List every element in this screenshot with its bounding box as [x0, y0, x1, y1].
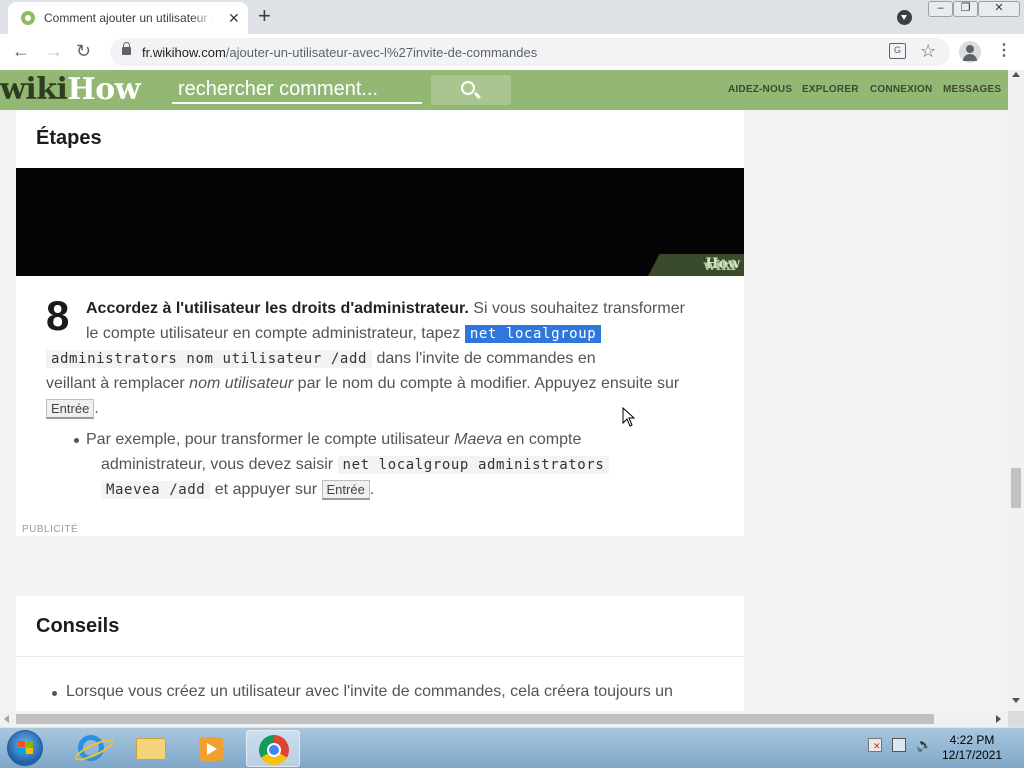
- search-icon: [461, 81, 475, 95]
- search-input[interactable]: rechercher comment...: [172, 76, 422, 104]
- close-window-button[interactable]: ✕: [978, 1, 1020, 17]
- scroll-up-icon[interactable]: [1012, 72, 1020, 77]
- wikihow-favicon-icon: [21, 11, 35, 25]
- tab-strip: Comment ajouter un utilisateur avec l'in…: [0, 0, 1024, 34]
- tab-close-icon[interactable]: ✕: [228, 10, 240, 26]
- tip-item: Lorsque vous créez un utilisateur avec l…: [52, 683, 673, 700]
- selected-code-text[interactable]: net localgroup: [464, 325, 602, 343]
- example-code-snippet[interactable]: Maevea /add: [101, 481, 211, 499]
- code-snippet[interactable]: administrators nom utilisateur /add: [46, 350, 373, 368]
- horizontal-scrollbar[interactable]: [0, 711, 1008, 727]
- ad-label: PUBLICITÉ: [22, 524, 79, 535]
- tab-title: Comment ajouter un utilisateur avec l'in…: [44, 11, 214, 25]
- enter-key-label: Entrée: [46, 399, 95, 419]
- media-player-icon: [199, 737, 223, 761]
- tips-card: Conseils Lorsque vous créez un utilisate…: [16, 596, 744, 711]
- chrome-icon: [259, 735, 289, 765]
- vertical-scrollbar[interactable]: [1008, 70, 1024, 711]
- network-icon[interactable]: [892, 738, 906, 752]
- windows-logo-icon: [18, 741, 34, 755]
- step-text-line: Entrée.: [46, 396, 99, 421]
- taskbar-chrome[interactable]: [246, 730, 300, 767]
- taskbar-file-explorer[interactable]: [124, 730, 178, 767]
- page-viewport: wikiHow rechercher comment... AIDEZ-NOUS…: [0, 70, 1008, 711]
- profile-avatar-icon[interactable]: [959, 41, 981, 63]
- minimize-button[interactable]: –: [928, 1, 953, 17]
- new-tab-button[interactable]: +: [258, 3, 271, 29]
- internet-explorer-icon: [78, 735, 104, 761]
- volume-icon[interactable]: 🔊: [916, 738, 932, 752]
- nav-explorer[interactable]: EXPLORER: [802, 84, 859, 95]
- video-watermark: wiki How: [648, 254, 744, 276]
- taskbar-internet-explorer[interactable]: [64, 730, 118, 767]
- forward-arrow-icon[interactable]: →: [45, 40, 63, 62]
- windows-taskbar: 🔊 4:22 PM 12/17/2021: [0, 727, 1024, 768]
- example-bullet-line: Maevea /add et appuyer sur Entrée.: [101, 477, 374, 503]
- step-text-line: administrators nom utilisateur /add dans…: [46, 346, 596, 372]
- wikihow-header: wikiHow rechercher comment... AIDEZ-NOUS…: [0, 70, 1008, 110]
- folder-icon: [136, 738, 166, 760]
- start-button[interactable]: [7, 730, 43, 766]
- step-text-line: veillant à remplacer nom utilisateur par…: [46, 375, 680, 392]
- url-text[interactable]: fr.wikihow.com/ajouter-un-utilisateur-av…: [142, 45, 537, 60]
- clock-date: 12/17/2021: [941, 748, 1003, 762]
- steps-card: Étapes wiki How 8 Accordez à l'utilisateu…: [16, 110, 744, 536]
- clock-time: 4:22 PM: [949, 733, 995, 747]
- step-text-line: Accordez à l'utilisateur les droits d'ad…: [86, 300, 685, 317]
- address-bar[interactable]: fr.wikihow.com/ajouter-un-utilisateur-av…: [110, 38, 950, 66]
- nav-aidez-nous[interactable]: AIDEZ-NOUS: [728, 84, 792, 95]
- scrollbar-thumb[interactable]: [16, 714, 934, 724]
- scroll-right-icon[interactable]: [996, 715, 1001, 723]
- scrollbar-corner: [1008, 711, 1024, 727]
- nav-messages[interactable]: MESSAGES: [943, 84, 1001, 95]
- lock-icon[interactable]: [122, 42, 131, 55]
- restore-button[interactable]: ❐: [953, 1, 978, 17]
- bookmark-star-icon[interactable]: ☆: [920, 40, 936, 62]
- enter-key-label: Entrée: [321, 480, 370, 500]
- tips-heading: Conseils: [36, 615, 120, 637]
- browser-menu-icon[interactable]: ⋮: [996, 41, 1012, 61]
- scrollbar-thumb[interactable]: [1011, 468, 1021, 508]
- system-clock[interactable]: 4:22 PM 12/17/2021: [932, 733, 1012, 763]
- nav-connexion[interactable]: CONNEXION: [870, 84, 932, 95]
- step-number: 8: [46, 292, 70, 339]
- translate-icon[interactable]: G: [889, 43, 906, 59]
- example-bullet: Par exemple, pour transformer le compte …: [73, 427, 581, 452]
- divider: [16, 656, 744, 657]
- step-video[interactable]: wiki How: [16, 168, 744, 276]
- example-code-snippet[interactable]: net localgroup administrators: [337, 456, 610, 474]
- action-center-flag-icon[interactable]: [868, 738, 882, 752]
- tab-search-icon[interactable]: [897, 10, 912, 25]
- wikihow-logo[interactable]: wikiHow: [0, 73, 141, 107]
- scroll-left-icon[interactable]: [4, 715, 9, 723]
- reload-icon[interactable]: ↻: [76, 40, 91, 62]
- step-text-line: le compte utilisateur en compte administ…: [86, 321, 602, 347]
- example-bullet-line: administrateur, vous devez saisir net lo…: [101, 452, 610, 478]
- back-arrow-icon[interactable]: ←: [12, 40, 30, 62]
- browser-toolbar: ← → ↻ fr.wikihow.com/ajouter-un-utilisat…: [0, 34, 1024, 70]
- steps-heading: Étapes: [36, 127, 102, 149]
- taskbar-media-player[interactable]: [184, 730, 238, 767]
- browser-tab[interactable]: Comment ajouter un utilisateur avec l'in…: [8, 2, 248, 34]
- scroll-down-icon[interactable]: [1012, 698, 1020, 703]
- search-button[interactable]: [431, 75, 511, 105]
